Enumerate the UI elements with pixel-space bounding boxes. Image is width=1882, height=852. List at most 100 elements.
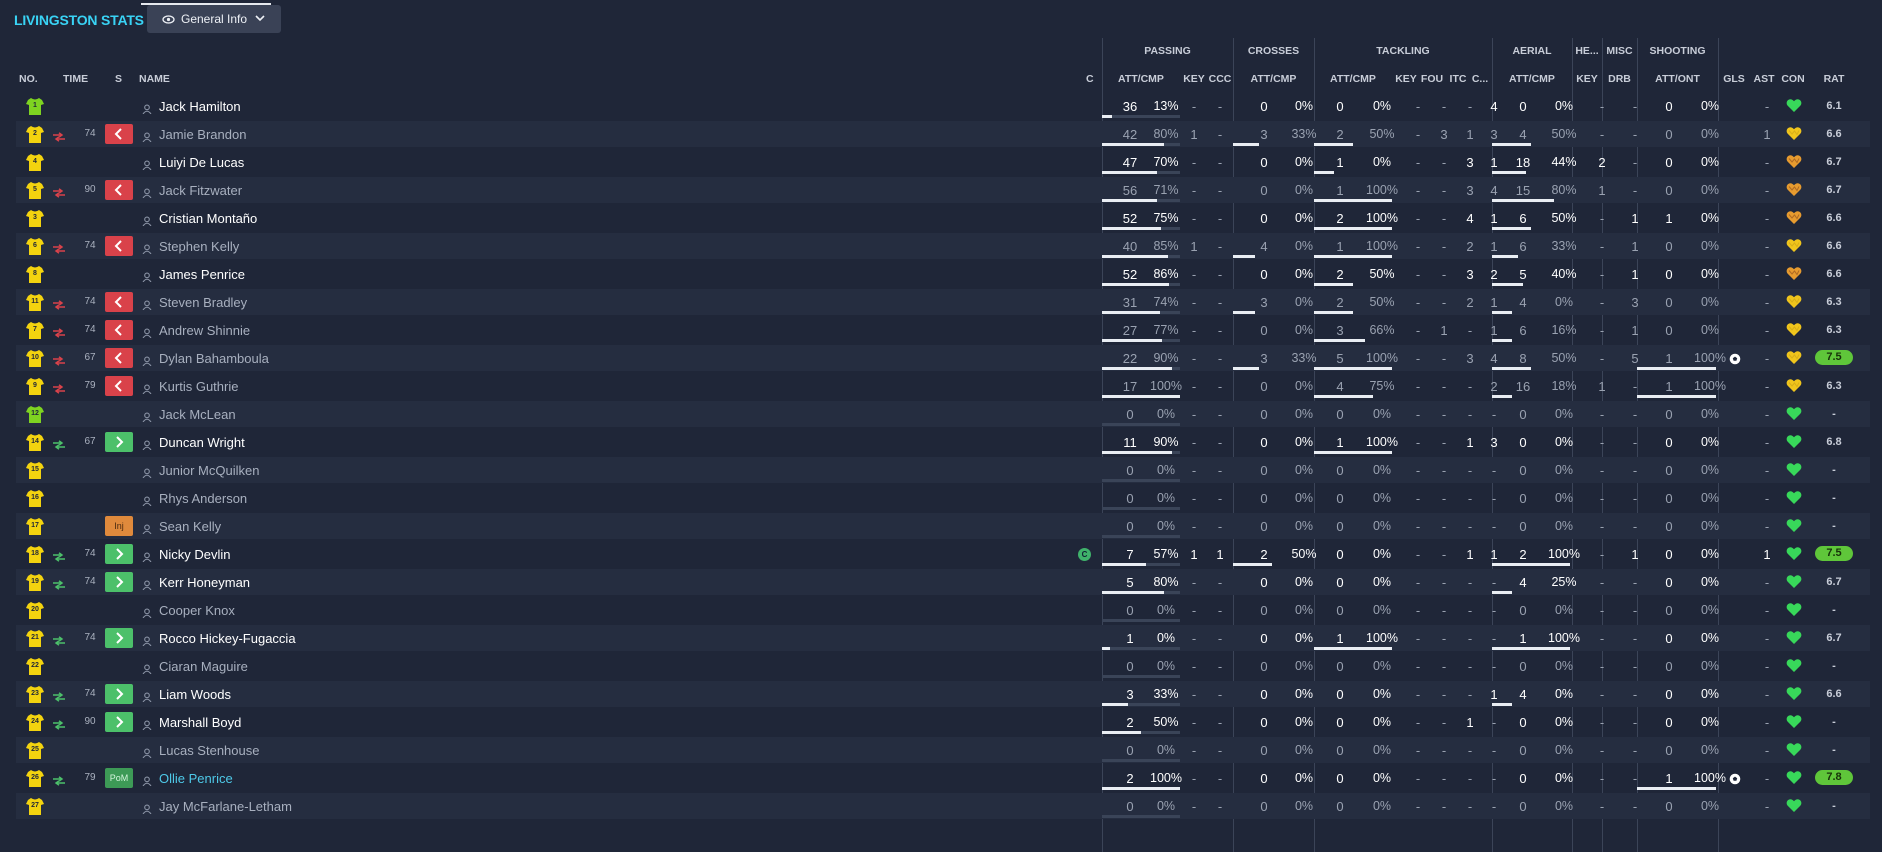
col-header-cross-att[interactable]: ATT/CMP [1233, 73, 1314, 85]
table-row[interactable]: 21 74 Rocco Hickey-Fugaccia 1 0% - -0 0% 1 100% - -… [16, 625, 1870, 651]
col-header-con[interactable]: CON [1780, 73, 1806, 85]
player-name[interactable]: Steven Bradley [159, 295, 247, 310]
table-row[interactable]: 6 74 Stephen Kelly 40 85% 1-4 0% 1 100% - -2 1 6 33% -… [16, 233, 1870, 259]
subbed-on-badge[interactable] [105, 432, 133, 452]
player-name[interactable]: Duncan Wright [159, 435, 245, 450]
table-row[interactable]: 15 Junior McQuilken 0 0% - - 0 0% 0 0% - - - - 0 0% - - 0 0… [16, 457, 1870, 483]
col-header-s[interactable]: S [115, 73, 122, 85]
subbed-on-badge[interactable] [105, 544, 133, 564]
table-row[interactable]: 1 Jack Hamilton 36 13% - -0 0% 0 0% - - -4 0 0% - -0 0% -… [16, 93, 1870, 119]
subbed-off-badge[interactable] [105, 348, 133, 368]
table-row[interactable]: 7 74 Andrew Shinnie 27 77% - -0 0% 3 66% -1-1 6 16% -… [16, 317, 1870, 343]
col-header-misc-drb[interactable]: DRB [1602, 73, 1637, 85]
subbed-on-badge[interactable] [105, 712, 133, 732]
player-name[interactable]: James Penrice [159, 267, 245, 282]
table-row[interactable]: 17 Inj Sean Kelly 0 0% - - 0 0% 0 0% - - - - 0 0% - - 0 0% - - [16, 513, 1870, 539]
player-name[interactable]: Jamie Brandon [159, 127, 246, 142]
player-name[interactable]: Kurtis Guthrie [159, 379, 238, 394]
table-row[interactable]: 18 74 Nicky Devlin C 7 57% 1 1 2 50% 0 0% - -1 1 2 100% -… [16, 541, 1870, 567]
subbed-off-badge[interactable] [105, 124, 133, 144]
player-name[interactable]: Nicky Devlin [159, 547, 231, 562]
col-header-name[interactable]: NAME [139, 73, 170, 85]
player-name[interactable]: Cooper Knox [159, 603, 235, 618]
player-name[interactable]: Liam Woods [159, 687, 231, 702]
table-row[interactable]: 8 James Penrice 52 86% - -0 0% 2 50% - -3 2 5 40% -1 0 0… [16, 261, 1870, 287]
player-name[interactable]: Kerr Honeyman [159, 575, 250, 590]
col-header-ast[interactable]: AST [1751, 73, 1777, 85]
player-name[interactable]: Jack McLean [159, 407, 236, 422]
subbed-off-badge[interactable] [105, 320, 133, 340]
col-header-head-key[interactable]: KEY [1572, 73, 1602, 85]
subbed-on-badge[interactable] [105, 572, 133, 592]
cross-attempts: 0 [1260, 99, 1268, 114]
subbed-off-badge[interactable] [105, 236, 133, 256]
col-header-pass-att[interactable]: ATT/CMP [1102, 73, 1180, 85]
col-header-no[interactable]: NO. [19, 73, 38, 85]
col-header-tack-c[interactable]: C... [1469, 73, 1491, 85]
table-row[interactable]: 9 79 Kurtis Guthrie 17 100% - -0 0% 4 75% - - -2 16 18… [16, 373, 1870, 399]
col-header-tack-key[interactable]: KEY [1392, 73, 1420, 85]
player-of-match-badge[interactable]: PoM [105, 768, 133, 788]
player-name[interactable]: Sean Kelly [159, 519, 221, 534]
group-header-passing[interactable]: PASSING [1102, 45, 1233, 57]
table-row[interactable]: 5 90 Jack Fitzwater 56 71% - -0 0% 1 100% - -3 4 15 80… [16, 177, 1870, 203]
col-header-pass-ccc[interactable]: CCC [1207, 73, 1233, 85]
player-name[interactable]: Andrew Shinnie [159, 323, 250, 338]
col-header-aer-att[interactable]: ATT/CMP [1492, 73, 1572, 85]
table-row[interactable]: 3 Cristian Montaño 52 75% - -0 0% 2 100% - -4 1 6 50%… [16, 205, 1870, 231]
table-row[interactable]: 12 Jack McLean 0 0% - - 0 0% 0 0% - - - - 0 0% - - 0 0% - - [16, 401, 1870, 427]
subbed-on-badge[interactable] [105, 684, 133, 704]
table-row[interactable]: 11 74 Steven Bradley 31 74% - -3 0% 2 50% - -2 1 4 0% -… [16, 289, 1870, 315]
table-row[interactable]: 24 90 Marshall Boyd 2 50% - -0 0% 0 0% - -1-0 0% - -0 0… [16, 709, 1870, 735]
player-name[interactable]: Cristian Montaño [159, 211, 257, 226]
player-name[interactable]: Luiyi De Lucas [159, 155, 244, 170]
col-header-gls[interactable]: GLS [1721, 73, 1747, 85]
group-header-misc[interactable]: MISC [1602, 45, 1637, 57]
table-row[interactable]: 26 79 PoM Ollie Penrice 2 100% - -0 0% 0 0% - - - -0 0%… [16, 765, 1870, 791]
player-name[interactable]: Jack Hamilton [159, 99, 241, 114]
player-name[interactable]: Junior McQuilken [159, 463, 259, 478]
table-row[interactable]: 23 74 Liam Woods 3 33% - -0 0% 0 0% - - -1 4 0% - -0 0% -6… [16, 681, 1870, 707]
pass-completion: 57% [1153, 547, 1179, 561]
group-header-crosses[interactable]: CROSSES [1233, 45, 1314, 57]
subbed-off-badge[interactable] [105, 292, 133, 312]
player-name[interactable]: Marshall Boyd [159, 715, 241, 730]
table-row[interactable]: 14 67 Duncan Wright 11 90% - -0 0% 1 100% - -1 3 0 0% -… [16, 429, 1870, 455]
subbed-off-badge[interactable] [105, 180, 133, 200]
player-name[interactable]: Rocco Hickey-Fugaccia [159, 631, 296, 646]
col-header-rat[interactable]: RAT [1815, 73, 1853, 85]
table-row[interactable]: 16 Rhys Anderson 0 0% - - 0 0% 0 0% - - - - 0 0% - - 0 0% - - [16, 485, 1870, 511]
col-header-tack-att[interactable]: ATT/CMP [1314, 73, 1392, 85]
player-name[interactable]: Dylan Bahamboula [159, 351, 269, 366]
group-header-shooting[interactable]: SHOOTING [1637, 45, 1718, 57]
player-name[interactable]: Rhys Anderson [159, 491, 247, 506]
player-name[interactable]: Ciaran Maguire [159, 659, 248, 674]
player-name[interactable]: Ollie Penrice [159, 771, 233, 786]
group-header-aerial[interactable]: AERIAL [1492, 45, 1572, 57]
table-row[interactable]: 4 Luiyi De Lucas 47 70% - -0 0% 1 0% - -3 1 18 44% 2-0… [16, 149, 1870, 175]
table-row[interactable]: 27 Jay McFarlane-Letham 0 0% - - 0 0% 0 0% - - - - 0 0%… [16, 793, 1870, 819]
table-row[interactable]: 20 Cooper Knox 0 0% - - 0 0% 0 0% - - - - 0 0% - - 0 0% - - [16, 597, 1870, 623]
subbed-on-badge[interactable] [105, 628, 133, 648]
table-row[interactable]: 2 74 Jamie Brandon 42 80% 1 - 3 33% 2 50% - 3 1 3 4 50% -… [16, 121, 1870, 147]
view-selector-button[interactable]: General Info [147, 5, 281, 33]
player-name[interactable]: Jack Fitzwater [159, 183, 242, 198]
col-header-tack-fou[interactable]: FOU [1418, 73, 1446, 85]
injury-badge[interactable]: Inj [105, 516, 133, 536]
player-name[interactable]: Stephen Kelly [159, 239, 239, 254]
table-row[interactable]: 25 Lucas Stenhouse 0 0% - - 0 0% 0 0% - - - - 0 0% - - 0 0%… [16, 737, 1870, 763]
subbed-off-badge[interactable] [105, 376, 133, 396]
col-header-shoot-att[interactable]: ATT/ONT [1637, 73, 1718, 85]
col-header-time[interactable]: TIME [63, 73, 88, 85]
table-row[interactable]: 19 74 Kerr Honeyman 5 80% - -0 0% 0 0% - - - -4 25% - -0… [16, 569, 1870, 595]
player-name[interactable]: Lucas Stenhouse [159, 743, 259, 758]
table-row[interactable]: 22 Ciaran Maguire 0 0% - - 0 0% 0 0% - - - - 0 0% - - 0 0% -… [16, 653, 1870, 679]
player-name[interactable]: Jay McFarlane-Letham [159, 799, 292, 814]
shirt-icon: 20 [26, 601, 44, 620]
col-header-tack-itc[interactable]: ITC [1444, 73, 1472, 85]
group-header-tackling[interactable]: TACKLING [1314, 45, 1492, 57]
col-header-c[interactable]: C [1086, 73, 1094, 85]
col-header-pass-key[interactable]: KEY [1180, 73, 1208, 85]
table-row[interactable]: 10 67 Dylan Bahamboula 22 90% - -3 33% 5 100% - -3 4… [16, 345, 1870, 371]
group-header-headers[interactable]: HE... [1572, 45, 1602, 57]
